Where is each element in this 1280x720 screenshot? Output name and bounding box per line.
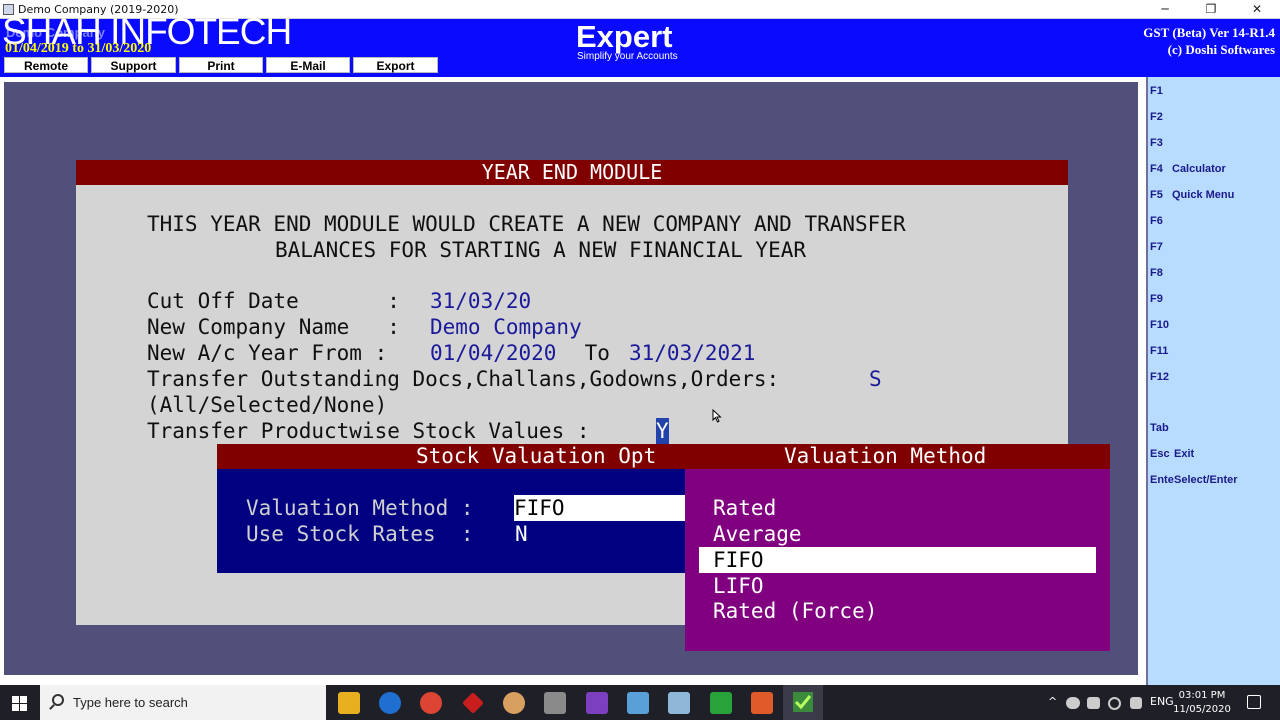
clock-time: 03:01 PM (1178, 690, 1226, 701)
fkey-enter-select[interactable]: Ente Select/Enter (1150, 474, 1238, 486)
fkey-f5-quick-menu[interactable]: F5 Quick Menu (1150, 189, 1234, 201)
cutoff-date-label: Cut Off Date : (147, 289, 413, 313)
menu-item-average[interactable]: Average (713, 521, 802, 547)
transfer-docs-label: Transfer Outstanding Docs,Challans,Godow… (147, 367, 792, 391)
cutoff-date-value[interactable]: 31/03/20 (430, 288, 531, 314)
file-explorer-icon[interactable] (338, 692, 360, 714)
intro-line-1: THIS YEAR END MODULE WOULD CREATE A NEW … (147, 212, 906, 236)
year-from-label: New A/c Year From : (147, 341, 400, 365)
menu-item-rated-force[interactable]: Rated (Force) (713, 598, 877, 624)
fkey-esc-exit[interactable]: Esc Exit (1150, 448, 1194, 460)
valuation-method-label: Valuation Method : (246, 496, 487, 520)
menu-item-rated[interactable]: Rated (713, 495, 776, 521)
valuation-method-value: FIFO (514, 496, 565, 520)
year-to-label: To (572, 341, 623, 365)
search-icon (52, 694, 64, 706)
dialog-title: YEAR END MODULE (76, 160, 1068, 185)
fkey-tab[interactable]: Tab (1150, 422, 1169, 434)
fkey-f7[interactable]: F7 (1150, 241, 1163, 253)
year-to-value[interactable]: 31/03/2021 (629, 340, 755, 366)
fkey-f2[interactable]: F2 (1150, 111, 1163, 123)
version-info: GST (Beta) Ver 14-R1.4 (c) Doshi Softwar… (1143, 24, 1275, 58)
notification-icon[interactable] (1247, 695, 1261, 709)
control-panel-icon[interactable] (627, 692, 649, 714)
fkey-f6[interactable]: F6 (1150, 215, 1163, 227)
camtasia-recorder-icon[interactable] (751, 692, 773, 714)
maximize-button[interactable]: ❐ (1188, 0, 1234, 19)
start-button[interactable] (0, 685, 40, 720)
transfer-stock-label: Transfer Productwise Stock Values : (147, 419, 603, 443)
battery-icon[interactable] (1087, 697, 1100, 709)
use-stock-rates-label: Use Stock Rates : (246, 522, 487, 546)
remote-button[interactable]: Remote (4, 57, 88, 73)
menu-item-lifo[interactable]: LIFO (713, 573, 764, 599)
tools-icon[interactable] (544, 692, 566, 714)
anydesk-icon[interactable] (462, 692, 484, 714)
search-placeholder: Type here to search (73, 695, 188, 710)
use-stock-rates-value[interactable]: N (515, 521, 528, 547)
taskbar-search-box[interactable]: Type here to search (40, 685, 326, 720)
version-text: GST (Beta) Ver 14-R1.4 (1143, 25, 1275, 40)
paint-app-icon[interactable] (503, 692, 525, 714)
valuation-method-menu: Rated Average FIFO LIFO Rated (Force) (685, 469, 1110, 651)
chrome-icon[interactable] (420, 692, 442, 714)
fkey-f11[interactable]: F11 (1150, 345, 1168, 357)
volume-icon[interactable] (1130, 697, 1142, 709)
fkey-f12[interactable]: F12 (1150, 371, 1169, 383)
network-icon[interactable] (1108, 697, 1121, 710)
print-button[interactable]: Print (179, 57, 263, 73)
valuation-method-field[interactable]: FIFO (514, 495, 686, 521)
fkey-f3[interactable]: F3 (1150, 137, 1163, 149)
copyright-text: (c) Doshi Softwares (1167, 42, 1275, 57)
fkey-f10[interactable]: F10 (1150, 319, 1169, 331)
transfer-stock-value[interactable]: Y (656, 418, 669, 444)
email-button[interactable]: E-Mail (266, 57, 350, 73)
new-company-label: New Company Name : (147, 315, 413, 339)
tray-overflow-icon[interactable]: ^ (1048, 695, 1057, 708)
export-button[interactable]: Export (353, 57, 438, 73)
teamviewer-icon[interactable] (379, 692, 401, 714)
expert-logo: Expert (576, 19, 673, 54)
fkey-f9[interactable]: F9 (1150, 293, 1163, 305)
support-button[interactable]: Support (91, 57, 176, 73)
mouse-pointer-icon (712, 409, 722, 423)
clock-date: 11/05/2020 (1173, 704, 1231, 715)
notepad-icon[interactable] (668, 692, 690, 714)
transfer-docs-value[interactable]: S (869, 366, 882, 392)
checkmark-app-icon (793, 692, 813, 712)
expert-taskbar-active[interactable] (783, 685, 823, 720)
menu-item-fifo-selected[interactable]: FIFO (699, 547, 1096, 573)
system-clock[interactable]: 03:01 PM 11/05/2020 (1172, 689, 1232, 717)
camtasia-green-icon[interactable] (710, 692, 732, 714)
transfer-docs-hint: (All/Selected/None) (147, 393, 388, 417)
minimize-button[interactable]: ─ (1142, 0, 1188, 19)
logo-tagline: Simplify your Accounts (577, 51, 678, 62)
stock-valuation-title: Stock Valuation Opt (416, 444, 657, 468)
intro-line-2: BALANCES FOR STARTING A NEW FINANCIAL YE… (275, 238, 807, 262)
close-button[interactable]: ✕ (1234, 0, 1280, 19)
fkey-f8[interactable]: F8 (1150, 267, 1163, 279)
new-company-value[interactable]: Demo Company (430, 314, 582, 340)
cloud-icon[interactable] (1066, 697, 1080, 709)
valuation-method-title: Valuation Method (784, 444, 987, 468)
app-header: Demo Company SHAH INFOTECH 01/04/2019 to… (0, 11, 1280, 77)
windows-logo-icon (12, 696, 27, 711)
financial-period: 01/04/2019 to 31/03/2020 (5, 41, 152, 56)
windows-taskbar: Type here to search ^ ENG 03:01 PM 11/05… (0, 685, 1280, 720)
visual-studio-icon[interactable] (586, 692, 608, 714)
year-from-value[interactable]: 01/04/2020 (430, 340, 556, 366)
language-indicator[interactable]: ENG (1150, 695, 1174, 708)
fkey-f4-calculator[interactable]: F4 Calculator (1150, 163, 1226, 175)
function-key-panel: F1 F2 F3 F4 Calculator F5 Quick Menu F6 F7… (1146, 77, 1280, 685)
fkey-f1[interactable]: F1 (1150, 85, 1163, 97)
